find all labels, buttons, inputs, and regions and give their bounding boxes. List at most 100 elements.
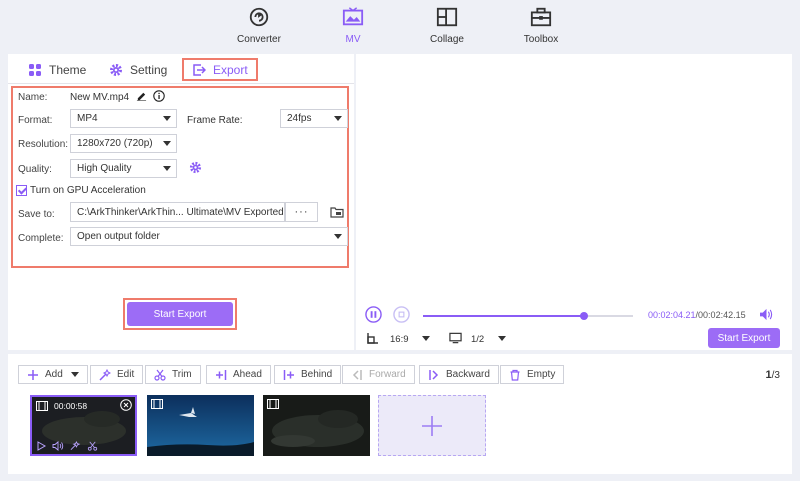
nav-mv[interactable]: MV <box>318 6 388 45</box>
gpu-acceleration-label: Turn on GPU Acceleration <box>30 185 146 196</box>
format-select[interactable]: MP4 <box>70 109 177 128</box>
volume-icon[interactable] <box>759 308 774 321</box>
resolution-select-value: 1280x720 (720p) <box>77 138 153 149</box>
converter-icon <box>249 7 269 27</box>
export-options-group: Name: New MV.mp4 Format: MP4 Frame Rate:… <box>11 86 349 268</box>
clip-timeline: Add Edit Trim Ahead Behind Forward Backw… <box>8 354 792 474</box>
tab-export-label: Export <box>213 62 248 77</box>
behind-button-label: Behind <box>301 369 333 380</box>
backward-button-label: Backward <box>446 369 490 380</box>
start-export-button[interactable]: Start Export <box>127 302 233 326</box>
quality-select[interactable]: High Quality <box>70 159 177 178</box>
add-clip-placeholder[interactable] <box>378 395 486 456</box>
clip-thumbnail-1[interactable]: 00:00:58 <box>30 395 137 456</box>
insert-ahead-icon <box>216 369 227 380</box>
save-to-label: Save to: <box>18 209 55 220</box>
backward-button[interactable]: Backward <box>419 365 499 384</box>
resolution-label: Resolution: <box>18 139 69 150</box>
add-button[interactable]: Add <box>18 365 88 384</box>
audio-icon[interactable] <box>52 441 64 451</box>
browse-button[interactable]: ··· <box>285 202 318 222</box>
forward-button[interactable]: Forward <box>342 365 415 384</box>
quality-settings-gear-icon[interactable] <box>189 161 202 174</box>
behind-button[interactable]: Behind <box>274 365 342 384</box>
start-export-highlight: Start Export <box>123 298 237 330</box>
forward-icon <box>352 369 362 380</box>
clip-1-duration: 00:00:58 <box>54 401 88 411</box>
cut-icon[interactable] <box>87 441 98 451</box>
quality-select-value: High Quality <box>77 163 132 174</box>
aspect-ratio-dropdown-icon[interactable] <box>422 336 430 341</box>
nav-toolbox-label: Toolbox <box>523 34 559 45</box>
gpu-acceleration-checkbox[interactable] <box>16 185 27 196</box>
ahead-button-label: Ahead <box>233 369 262 380</box>
screen-count-value[interactable]: 1/2 <box>471 334 484 345</box>
film-icon <box>36 401 48 411</box>
clip-thumbnail-3[interactable] <box>263 395 370 456</box>
playback-progress-knob[interactable] <box>580 312 589 320</box>
complete-action-select[interactable]: Open output folder <box>70 227 348 246</box>
magic-wand-icon <box>99 368 111 381</box>
tab-setting[interactable]: Setting <box>109 58 167 81</box>
toolbox-icon <box>530 7 552 27</box>
resolution-select[interactable]: 1280x720 (720p) <box>70 134 177 153</box>
info-icon[interactable] <box>153 90 165 102</box>
mv-icon <box>342 7 364 26</box>
preview-player: 00:02:04.21/00:02:42.15 16:9 1/2 Start E… <box>356 54 792 350</box>
clip-page-indicator: 1/3 <box>766 369 780 381</box>
clip-2-preview <box>147 395 254 456</box>
complete-label: Complete: <box>18 233 64 244</box>
film-icon <box>151 399 163 409</box>
trim-button[interactable]: Trim <box>145 365 201 384</box>
frame-rate-label: Frame Rate: <box>187 115 243 126</box>
add-dropdown-icon <box>70 372 79 377</box>
pencil-icon[interactable] <box>136 90 147 101</box>
chevron-down-icon <box>163 141 171 146</box>
backward-icon <box>429 369 439 380</box>
collage-icon <box>436 7 458 27</box>
effect-icon[interactable] <box>70 441 81 451</box>
screen-dropdown-icon[interactable] <box>498 336 506 341</box>
trash-icon <box>510 369 520 381</box>
edit-button[interactable]: Edit <box>90 365 144 384</box>
name-label: Name: <box>18 92 48 103</box>
play-icon[interactable] <box>36 441 46 451</box>
nav-converter[interactable]: Converter <box>224 6 294 45</box>
nav-mv-label: MV <box>345 34 361 45</box>
pause-icon[interactable] <box>365 306 382 323</box>
nav-collage-label: Collage <box>430 34 464 45</box>
player-start-export-button[interactable]: Start Export <box>708 328 780 348</box>
format-select-value: MP4 <box>77 113 98 124</box>
playback-progress-bar[interactable] <box>423 312 633 320</box>
current-time: 00:02:04.21 <box>648 310 696 320</box>
nav-converter-label: Converter <box>237 34 281 45</box>
plus-icon <box>422 415 442 436</box>
quality-label: Quality: <box>18 164 52 175</box>
export-settings-panel: Theme Setting Export Name: New MV.mp4 Fo… <box>8 54 354 350</box>
page-total: /3 <box>771 370 780 381</box>
save-path-field[interactable]: C:\ArkThinker\ArkThin... Ultimate\MV Exp… <box>70 202 285 222</box>
chevron-down-icon <box>334 234 342 239</box>
chevron-down-icon <box>334 116 342 121</box>
film-icon <box>267 399 279 409</box>
close-icon[interactable] <box>120 399 132 411</box>
ahead-button[interactable]: Ahead <box>206 365 271 384</box>
tab-export[interactable]: Export <box>182 58 258 81</box>
insert-behind-icon <box>283 369 294 380</box>
folder-icon <box>330 207 344 218</box>
empty-button[interactable]: Empty <box>500 365 565 384</box>
tab-theme[interactable]: Theme <box>28 58 86 81</box>
stop-icon[interactable] <box>393 306 410 323</box>
nav-toolbox[interactable]: Toolbox <box>506 6 576 45</box>
clip-thumbnail-2[interactable] <box>147 395 254 456</box>
add-button-label: Add <box>45 369 63 380</box>
open-folder-button[interactable] <box>327 202 347 222</box>
aspect-ratio-value[interactable]: 16:9 <box>390 334 409 345</box>
nav-collage[interactable]: Collage <box>412 6 482 45</box>
tab-theme-label: Theme <box>49 62 87 77</box>
frame-rate-select[interactable]: 24fps <box>280 109 348 128</box>
settings-tabs: Theme Setting Export <box>8 54 354 84</box>
save-path-value: C:\ArkThinker\ArkThin... Ultimate\MV Exp… <box>77 206 284 218</box>
playback-progress-fill <box>423 315 585 317</box>
plus-icon <box>28 369 38 380</box>
